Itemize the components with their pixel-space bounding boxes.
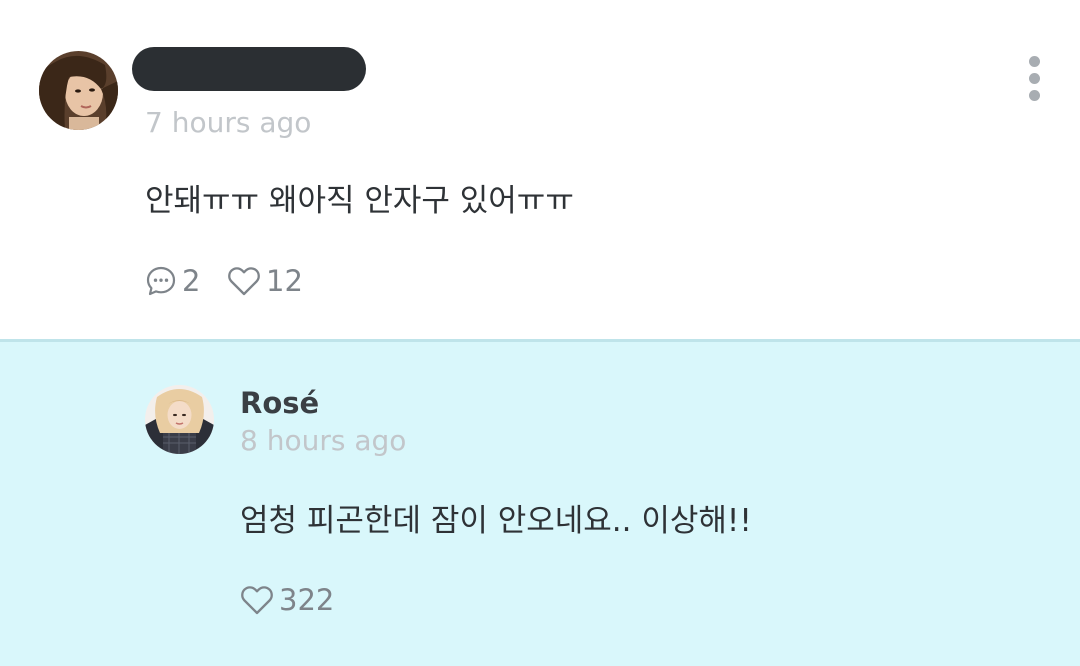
more-vertical-icon [1029, 56, 1040, 67]
comment-thread: 7 hours ago 안돼ㅠㅠ 왜아직 안자구 있어ㅠㅠ 2 12 Rosé … [0, 0, 1080, 666]
comment-card: 7 hours ago 안돼ㅠㅠ 왜아직 안자구 있어ㅠㅠ 2 12 [0, 0, 1080, 340]
more-vertical-icon [1029, 73, 1040, 84]
like-count: 12 [266, 264, 303, 298]
redacted-username [132, 47, 366, 91]
comment-bubble-icon [146, 266, 176, 296]
reply-timestamp: 8 hours ago [240, 424, 407, 457]
reply-author-name[interactable]: Rosé [240, 386, 319, 420]
reply-button[interactable]: 2 [145, 264, 200, 298]
comment-timestamp: 7 hours ago [145, 106, 312, 139]
reply-card: Rosé 8 hours ago 엄청 피곤한데 잠이 안오네요.. 이상해!!… [0, 342, 1080, 666]
reply-count: 2 [182, 264, 201, 298]
more-options-button[interactable] [1020, 52, 1050, 104]
more-vertical-icon [1029, 90, 1040, 101]
heart-icon [228, 267, 260, 296]
like-button[interactable]: 12 [227, 264, 303, 298]
heart-icon [241, 586, 273, 615]
reply-like-button[interactable]: 322 [240, 583, 334, 617]
reply-text: 엄청 피곤한데 잠이 안오네요.. 이상해!! [240, 503, 752, 539]
commenter-avatar[interactable] [39, 51, 118, 130]
reply-author-avatar[interactable] [145, 385, 214, 454]
comment-text: 안돼ㅠㅠ 왜아직 안자구 있어ㅠㅠ [145, 183, 574, 219]
reply-like-count: 322 [279, 583, 335, 617]
